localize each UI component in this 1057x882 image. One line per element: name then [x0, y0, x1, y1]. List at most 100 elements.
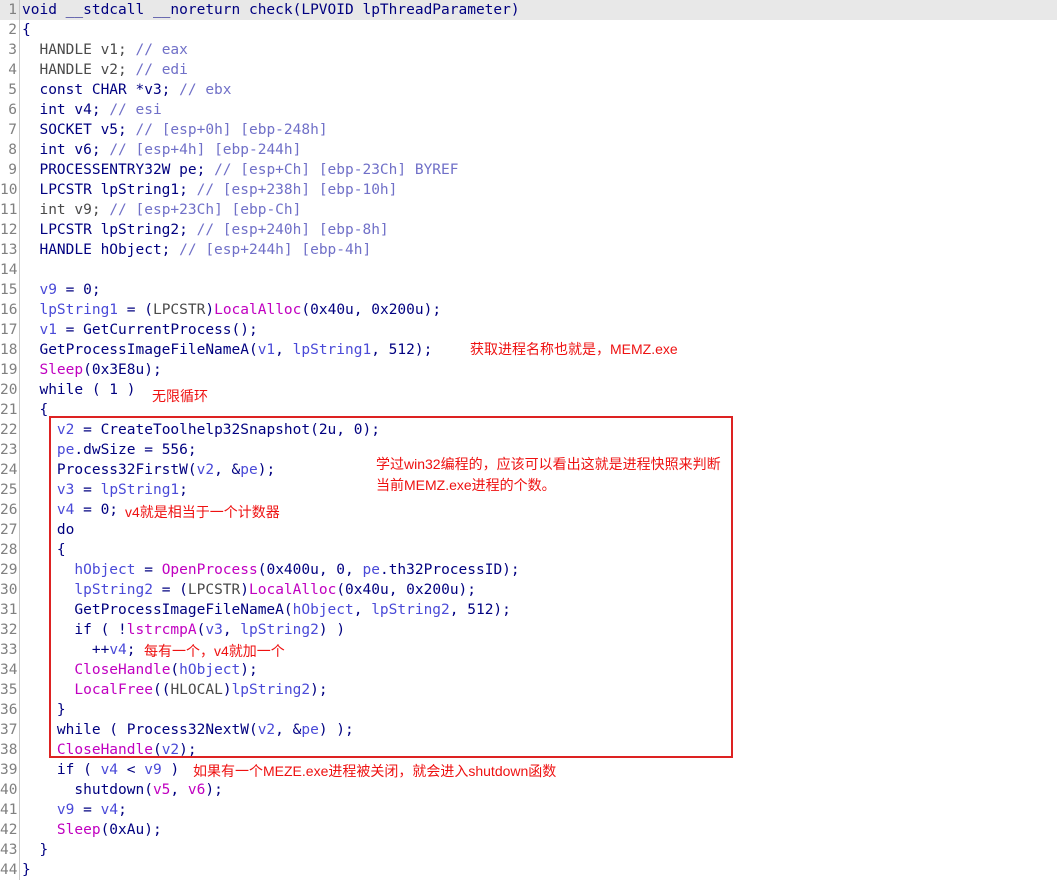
- code-text: LPCSTR lpString2; // [esp+240h] [ebp-8h]: [22, 220, 389, 240]
- gutter-divider: [19, 180, 20, 200]
- code-line[interactable]: 42 Sleep(0xAu);: [0, 820, 1057, 840]
- line-number: 15: [0, 282, 18, 298]
- code-line[interactable]: 9 PROCESSENTRY32W pe; // [esp+Ch] [ebp-2…: [0, 160, 1057, 180]
- code-token: (0xAu);: [100, 822, 162, 838]
- code-text: shutdown(v5, v6);: [22, 780, 223, 800]
- code-token: ): [161, 762, 180, 778]
- code-line[interactable]: 3 HANDLE v1; // eax: [0, 40, 1057, 60]
- gutter-divider: [19, 480, 20, 500]
- code-text: GetProcessImageFileNameA(v1, lpString1, …: [22, 340, 432, 360]
- code-token: HANDLE hObject;: [22, 242, 180, 258]
- code-token: LPCSTR lpString2;: [22, 222, 197, 238]
- code-line[interactable]: 10 LPCSTR lpString1; // [esp+238h] [ebp-…: [0, 180, 1057, 200]
- code-line[interactable]: 1 void __stdcall __noreturn check(LPVOID …: [0, 0, 1057, 20]
- line-number: 36: [0, 702, 18, 718]
- line-number: 19: [0, 362, 18, 378]
- code-text: {: [22, 400, 48, 420]
- line-number: 7: [8, 122, 17, 138]
- code-token: Sleep: [39, 362, 84, 378]
- code-text: void __stdcall __noreturn check(LPVOID l…: [22, 0, 520, 20]
- gutter-divider: [19, 840, 20, 860]
- code-token: v9: [144, 762, 162, 778]
- code-text: lpString1 = (LPCSTR)LocalAlloc(0x40u, 0x…: [22, 300, 441, 320]
- line-number: 39: [0, 762, 18, 778]
- gutter-divider: [19, 420, 20, 440]
- code-line[interactable]: 8 int v6; // [esp+4h] [ebp-244h]: [0, 140, 1057, 160]
- code-line[interactable]: 5 const CHAR *v3; // ebx: [0, 80, 1057, 100]
- code-text: while ( 1 ): [22, 380, 135, 400]
- code-line[interactable]: 6 int v4; // esi: [0, 100, 1057, 120]
- code-token: shutdown(: [22, 782, 153, 798]
- code-line[interactable]: 13 HANDLE hObject; // [esp+244h] [ebp-4h…: [0, 240, 1057, 260]
- code-token: );: [205, 782, 223, 798]
- code-line[interactable]: 12 LPCSTR lpString2; // [esp+240h] [ebp-…: [0, 220, 1057, 240]
- code-line[interactable]: 40 shutdown(v5, v6);: [0, 780, 1057, 800]
- gutter-divider: [19, 460, 20, 480]
- line-number: 20: [0, 382, 18, 398]
- code-line[interactable]: 4 HANDLE v2; // edi: [0, 60, 1057, 80]
- code-token: , 512);: [371, 342, 433, 358]
- code-token: // [esp+0h] [ebp-248h]: [135, 122, 328, 138]
- code-token: PROCESSENTRY32W pe;: [22, 162, 215, 178]
- gutter-divider: [19, 120, 20, 140]
- line-number: 14: [0, 262, 18, 278]
- code-token: v4: [100, 762, 119, 778]
- line-number: 21: [0, 402, 18, 418]
- code-token: (0x40u, 0x200u);: [301, 302, 442, 318]
- code-token: ,: [170, 782, 188, 798]
- code-token: v1: [39, 322, 57, 338]
- code-line[interactable]: 43 }: [0, 840, 1057, 860]
- code-line[interactable]: 14: [0, 260, 1057, 280]
- code-line[interactable]: 16 lpString1 = (LPCSTR)LocalAlloc(0x40u,…: [0, 300, 1057, 320]
- line-number: 9: [8, 162, 17, 178]
- line-number: 11: [0, 202, 18, 218]
- line-number: 16: [0, 302, 18, 318]
- code-text: HANDLE v1; // eax: [22, 40, 187, 60]
- code-line[interactable]: 17 v1 = GetCurrentProcess();: [0, 320, 1057, 340]
- code-token: // [esp+238h] [ebp-10h]: [196, 182, 398, 198]
- line-number: 12: [0, 222, 18, 238]
- code-token: // [esp+240h] [ebp-8h]: [196, 222, 389, 238]
- code-line[interactable]: 41 v9 = v4;: [0, 800, 1057, 820]
- code-token: // [esp+Ch] [ebp-23Ch] BYREF: [214, 162, 459, 178]
- code-token: = 0;: [56, 282, 101, 298]
- code-line[interactable]: 19 Sleep(0x3E8u);: [0, 360, 1057, 380]
- code-line[interactable]: 7 SOCKET v5; // [esp+0h] [ebp-248h]: [0, 120, 1057, 140]
- gutter-divider: [19, 100, 20, 120]
- gutter-divider: [19, 80, 20, 100]
- gutter-divider: [19, 360, 20, 380]
- line-number: 26: [0, 502, 18, 518]
- gutter-divider: [19, 200, 20, 220]
- code-text: LPCSTR lpString1; // [esp+238h] [ebp-10h…: [22, 180, 397, 200]
- line-number: 17: [0, 322, 18, 338]
- code-line[interactable]: 11 int v9; // [esp+23Ch] [ebp-Ch]: [0, 200, 1057, 220]
- line-number: 31: [0, 602, 18, 618]
- code-line[interactable]: 2{: [0, 20, 1057, 40]
- line-number: 4: [8, 62, 17, 78]
- code-token: }: [22, 862, 31, 878]
- line-number: 2: [8, 22, 17, 38]
- code-line[interactable]: 44}: [0, 860, 1057, 880]
- line-number: 41: [0, 802, 18, 818]
- gutter-divider: [19, 740, 20, 760]
- code-token: v9: [39, 282, 57, 298]
- line-number: 1: [8, 2, 17, 18]
- code-text: const CHAR *v3; // ebx: [22, 80, 231, 100]
- code-line[interactable]: 15 v9 = 0;: [0, 280, 1057, 300]
- code-text: HANDLE hObject; // [esp+244h] [ebp-4h]: [22, 240, 371, 260]
- code-token: =: [74, 802, 101, 818]
- code-token: GetProcessImageFileNameA(: [22, 342, 258, 358]
- code-token: int v6;: [22, 142, 110, 158]
- line-number: 35: [0, 682, 18, 698]
- gutter-divider: [19, 300, 20, 320]
- code-token: SOCKET v5;: [22, 122, 136, 138]
- code-token: v4: [100, 802, 119, 818]
- gutter-divider: [19, 560, 20, 580]
- code-text: {: [22, 20, 31, 40]
- gutter-divider: [19, 240, 20, 260]
- annotation-shutdown-note: 如果有一个MEZE.exe进程被关闭，就会进入shutdown函数: [193, 763, 557, 779]
- gutter-divider: [19, 600, 20, 620]
- line-number: 13: [0, 242, 18, 258]
